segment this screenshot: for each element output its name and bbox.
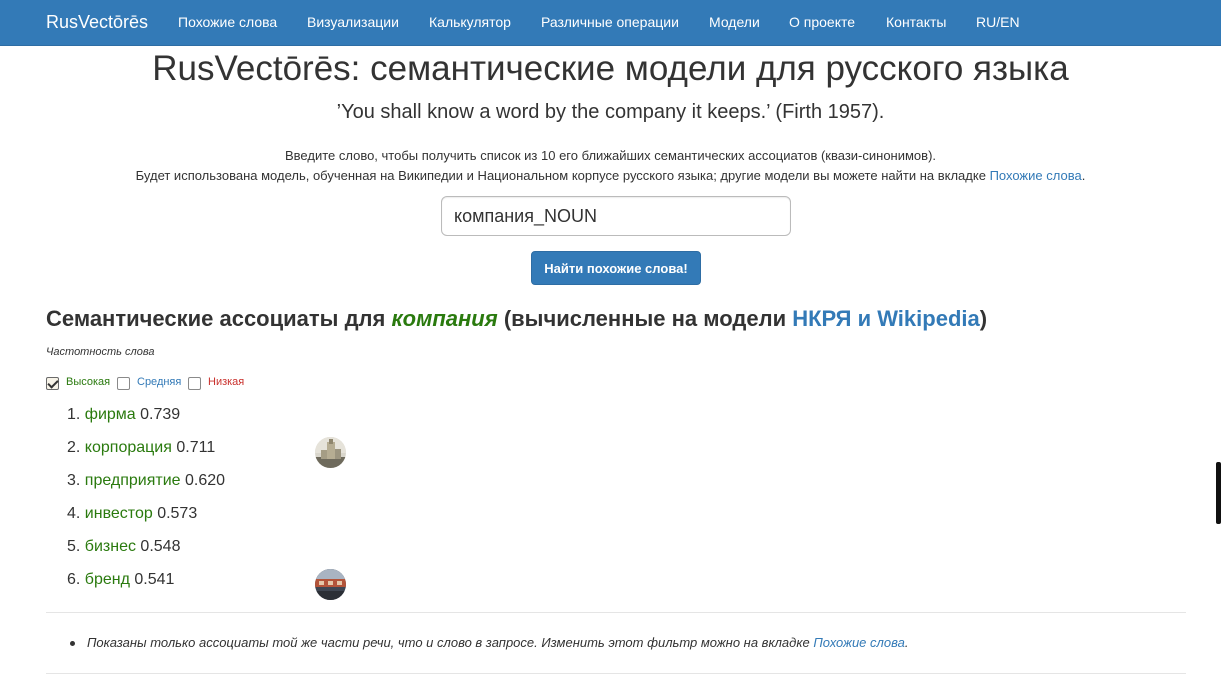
brand-logo[interactable]: RusVectōrēs — [46, 12, 148, 32]
list-item: 3. предприятие 0.620 — [67, 471, 225, 491]
result-score: 0.739 — [140, 406, 181, 423]
item-number: 4. — [67, 505, 81, 522]
search-input[interactable] — [441, 196, 791, 236]
high-frequency-label: Высокая — [66, 376, 111, 388]
result-word-link[interactable]: инвестор — [85, 505, 153, 522]
nav-item-visualizations[interactable]: Визуализации — [307, 14, 399, 30]
corporation-image-thumbnail[interactable] — [315, 437, 346, 468]
filter-note: Показаны только ассоциаты той же части р… — [70, 634, 908, 652]
medium-frequency-label: Средняя — [137, 376, 182, 388]
low-frequency-checkbox[interactable] — [188, 377, 201, 390]
filter-note-text: Показаны только ассоциаты той же части р… — [87, 635, 810, 650]
storefront-photo-icon — [315, 569, 346, 600]
intro-line-1: Введите слово, чтобы получить список из … — [284, 148, 937, 163]
item-number: 2. — [67, 439, 81, 456]
result-word-link[interactable]: фирма — [85, 406, 136, 423]
result-score: 0.541 — [134, 571, 175, 588]
high-frequency-checkbox[interactable] — [46, 377, 59, 390]
item-number: 3. — [67, 472, 81, 489]
nav-item-models[interactable]: Модели — [709, 14, 760, 30]
nav-item-calculator[interactable]: Калькулятор — [429, 14, 511, 30]
intro-line-2-end: . — [1081, 168, 1086, 183]
bullet-dot — [70, 641, 75, 646]
firth-quote: ’You shall know a word by the company it… — [336, 101, 885, 123]
result-score: 0.548 — [140, 538, 181, 555]
list-item: 5. бизнес 0.548 — [67, 537, 180, 557]
frequency-label: Частотность слова — [46, 346, 155, 358]
results-heading-suffix: ) — [979, 306, 988, 331]
item-number: 5. — [67, 538, 81, 555]
results-heading-middle: (вычисленные на модели — [503, 306, 787, 331]
nav-item-similar-words[interactable]: Похожие слова — [178, 14, 277, 30]
list-item: 1. фирма 0.739 — [67, 405, 180, 425]
low-frequency-label: Низкая — [208, 376, 245, 388]
results-heading: Семантические ассоциаты для компания (вы… — [46, 305, 987, 333]
result-word-link[interactable]: бизнес — [85, 538, 136, 555]
scrollbar-handle[interactable] — [1216, 462, 1221, 524]
result-score: 0.620 — [185, 472, 226, 489]
nav-item-about[interactable]: О проекте — [789, 14, 855, 30]
brand-image-thumbnail[interactable] — [315, 569, 346, 600]
nav-item-contacts[interactable]: Контакты — [886, 14, 946, 30]
results-heading-prefix: Семантические ассоциаты для — [46, 306, 386, 331]
list-item: 2. корпорация 0.711 — [67, 438, 215, 458]
page-title: RusVectōrēs: семантические модели для ру… — [152, 49, 1069, 88]
nav-item-language-switch[interactable]: RU/EN — [976, 14, 1020, 30]
filter-note-end: . — [904, 635, 909, 650]
model-name-link[interactable]: НКРЯ и Wikipedia — [792, 306, 980, 331]
intro-line-2: Будет использована модель, обученная на … — [0, 167, 1221, 185]
result-word-link[interactable]: предприятие — [85, 472, 181, 489]
note-similar-words-link[interactable]: Похожие слова — [813, 635, 904, 650]
item-number: 1. — [67, 406, 81, 423]
medium-frequency-checkbox[interactable] — [117, 377, 130, 390]
top-navbar: RusVectōrēs Похожие слова Визуализации К… — [0, 0, 1221, 46]
divider-top — [46, 612, 1186, 613]
query-word: компания — [391, 306, 498, 331]
find-similar-words-button[interactable]: Найти похожие слова! — [531, 251, 701, 285]
result-word-link[interactable]: бренд — [85, 571, 130, 588]
result-score: 0.711 — [176, 439, 216, 456]
result-word-link[interactable]: корпорация — [85, 439, 172, 456]
list-item: 4. инвестор 0.573 — [67, 504, 197, 524]
item-number: 6. — [67, 571, 81, 588]
list-item: 6. бренд 0.541 — [67, 570, 174, 590]
nav-item-misc-operations[interactable]: Различные операции — [541, 14, 679, 30]
similar-words-link[interactable]: Похожие слова — [990, 168, 1082, 183]
divider-bottom — [46, 673, 1186, 674]
building-photo-icon — [315, 437, 346, 468]
intro-line-2-text: Будет использована модель, обученная на … — [135, 168, 986, 183]
result-score: 0.573 — [157, 505, 198, 522]
